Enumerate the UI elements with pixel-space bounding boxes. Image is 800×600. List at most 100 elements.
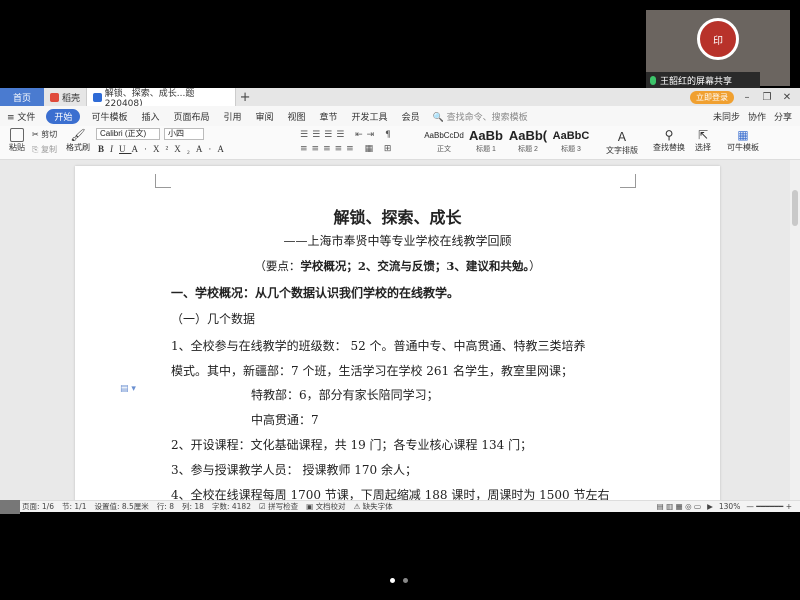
- login-button[interactable]: 立即登录: [690, 90, 734, 104]
- search-icon: ⚲: [664, 128, 674, 142]
- paragraph: 模式。其中，新疆部：7 个班，生活学习在学校 261 名学生，教室里网课；: [171, 364, 573, 378]
- paste-button[interactable]: 粘贴: [6, 128, 28, 153]
- paragraph: 4、全校在线课程每周 1700 节课，下周起缩减 188 课时，周课时为 150…: [171, 488, 610, 500]
- style-heading3[interactable]: AaBbC 标题 3: [550, 128, 592, 156]
- pager-dots[interactable]: [390, 578, 408, 583]
- status-right: ▤ ▥ ▦ ◎ ▭ ▶ 130% — ━━━━━━ +: [657, 502, 800, 511]
- font-style-buttons[interactable]: BIUA·X²X₂A·A: [98, 144, 230, 154]
- taskbar-edge: [0, 500, 20, 514]
- mic-icon: [650, 75, 656, 85]
- cursor-icon: ⇱: [697, 128, 709, 142]
- align-buttons[interactable]: ≡≡≡≡≡ ▦ ⊞: [300, 144, 395, 154]
- status-page[interactable]: 页面: 1/6: [22, 501, 54, 512]
- pager-dot[interactable]: [403, 578, 408, 583]
- paste-label: 粘贴: [9, 143, 25, 152]
- style-heading2[interactable]: AaBb( 标题 2: [508, 128, 548, 156]
- brush-icon: 🖌: [70, 128, 86, 142]
- tab-document[interactable]: 解锁、探索、成长...题220408): [86, 88, 237, 109]
- sync-status[interactable]: 未同步: [713, 110, 740, 123]
- keypoints-suffix: ）: [529, 259, 541, 273]
- collab-button[interactable]: 协作: [748, 110, 766, 123]
- menu-file[interactable]: ≡ 文件: [0, 110, 42, 123]
- menu-devtools[interactable]: 开发工具: [345, 110, 395, 123]
- paragraph-handle-icon[interactable]: ▤ ▾: [120, 384, 136, 394]
- close-icon[interactable]: ✕: [780, 92, 794, 103]
- tab-daoke[interactable]: 稻壳: [44, 88, 86, 106]
- find-replace-button[interactable]: ⚲ 查找替换: [650, 128, 688, 153]
- menu-review[interactable]: 审阅: [249, 110, 281, 123]
- proofread-button[interactable]: ▣ 文档校对: [306, 501, 345, 512]
- menu-row: ≡ 文件 开始 可牛模板 插入 页面布局 引用 审阅 视图 章节 开发工具 会员…: [0, 106, 800, 126]
- cut-button[interactable]: ✂ 剪切: [32, 129, 57, 140]
- menu-insert[interactable]: 插入: [134, 110, 166, 123]
- template-button[interactable]: ▦ 可牛模板: [724, 128, 762, 153]
- menu-file-label: 文件: [17, 112, 36, 123]
- document-keypoints: （要点：学校概况；2、交流与反馈；3、建议和共勉。）: [75, 258, 720, 274]
- command-search[interactable]: 🔍 查找命令、搜索模板: [433, 110, 528, 123]
- style-heading2-label: 标题 2: [518, 146, 538, 153]
- copy-button[interactable]: ⎘ 复制: [32, 144, 57, 155]
- text-layout-label: 文字排版: [606, 146, 638, 155]
- tab-home[interactable]: 首页: [0, 88, 44, 106]
- margin-mark: [155, 174, 171, 188]
- titlebar-right: 立即登录 – ❐ ✕: [690, 90, 800, 104]
- play-icon[interactable]: ▶: [707, 502, 713, 511]
- heading-2: （一）几个数据: [171, 312, 256, 326]
- document-subtitle: ——上海市奉贤中等专业学校在线教学回顾: [283, 234, 512, 248]
- text-layout-icon: Ａ: [615, 130, 628, 144]
- style-normal-sample: AaBbCcDd: [424, 131, 464, 140]
- view-mode-icons[interactable]: ▤ ▥ ▦ ◎ ▭: [657, 502, 701, 511]
- paragraph: 3、参与授课教学人员： 授课教师 170 余人；: [171, 463, 417, 477]
- command-search-placeholder: 查找命令、搜索模板: [446, 112, 528, 123]
- screen: 印 王韶红的屏幕共享 首页 稻壳 解锁、探索、成长...题220408) + 立…: [0, 0, 800, 600]
- menu-start[interactable]: 开始: [46, 108, 81, 124]
- font-size-select[interactable]: 小四: [164, 128, 204, 140]
- restore-icon[interactable]: ❐: [760, 92, 774, 103]
- tab-daoke-label: 稻壳: [62, 93, 81, 104]
- status-setting: 设置值: 8.5厘米: [94, 502, 149, 511]
- status-words[interactable]: 字数: 4182: [212, 501, 251, 512]
- style-heading3-sample: AaBbC: [552, 130, 590, 142]
- seal-text: 印: [713, 35, 723, 47]
- paragraph-buttons[interactable]: ☰☰☰☰ ⇤⇥ ¶: [300, 130, 395, 140]
- style-heading1[interactable]: AaBb 标题 1: [466, 128, 506, 156]
- missing-font-button[interactable]: ⚠ 缺失字体: [354, 501, 393, 512]
- status-section: 节: 1/1: [61, 502, 87, 511]
- menu-reference[interactable]: 引用: [216, 110, 248, 123]
- template-label: 可牛模板: [727, 143, 759, 152]
- vertical-scrollbar[interactable]: [790, 160, 800, 500]
- zoom-slider[interactable]: — ━━━━━━ +: [746, 502, 792, 511]
- proofread-label: 文档校对: [315, 502, 346, 511]
- menu-member[interactable]: 会员: [395, 110, 427, 123]
- style-heading1-sample: AaBb: [469, 128, 503, 143]
- format-painter-button[interactable]: 🖌 格式刷: [64, 128, 92, 153]
- menu-view[interactable]: 视图: [281, 110, 313, 123]
- new-tab-button[interactable]: +: [236, 90, 254, 105]
- format-painter-label: 格式刷: [66, 143, 90, 152]
- text-layout-button[interactable]: Ａ 文字排版: [604, 128, 640, 156]
- share-button[interactable]: 分享: [774, 110, 792, 123]
- paragraph: 1、全校参与在线教学的班级数： 52 个。普通中专、中高贯通、特教三类培养: [171, 339, 586, 353]
- scroll-thumb[interactable]: [792, 190, 798, 226]
- menu-chapter[interactable]: 章节: [313, 110, 345, 123]
- style-normal[interactable]: AaBbCcDd 正文: [424, 128, 464, 156]
- screen-share-badge[interactable]: 王韶红的屏幕共享: [646, 72, 760, 88]
- cut-label: 剪切: [41, 130, 58, 139]
- minimize-icon[interactable]: –: [740, 92, 754, 103]
- menu-right: 未同步 协作 分享: [713, 110, 800, 123]
- menu-template[interactable]: 可牛模板: [84, 110, 134, 123]
- document-page[interactable]: 解锁、探索、成长 ——上海市奉贤中等专业学校在线教学回顾 （要点：学校概况；2、…: [75, 166, 720, 500]
- word-doc-icon: [93, 92, 102, 102]
- wps-window: 首页 稻壳 解锁、探索、成长...题220408) + 立即登录 – ❐ ✕ ≡…: [0, 88, 800, 512]
- menu-layout[interactable]: 页面布局: [166, 110, 216, 123]
- font-name-select[interactable]: Calibri (正文): [96, 128, 160, 140]
- zoom-level[interactable]: 130%: [719, 502, 740, 511]
- spell-check-button[interactable]: ☑ 拼写检查: [259, 501, 298, 512]
- document-area[interactable]: 解锁、探索、成长 ——上海市奉贤中等专业学校在线教学回顾 （要点：学校概况；2、…: [0, 160, 800, 500]
- pager-dot[interactable]: [390, 578, 395, 583]
- template-icon: ▦: [737, 128, 749, 142]
- missing-font-label: 缺失字体: [362, 502, 393, 511]
- status-col: 列: 18: [182, 502, 204, 511]
- style-heading3-label: 标题 3: [561, 146, 581, 153]
- select-button[interactable]: ⇱ 选择: [692, 128, 714, 153]
